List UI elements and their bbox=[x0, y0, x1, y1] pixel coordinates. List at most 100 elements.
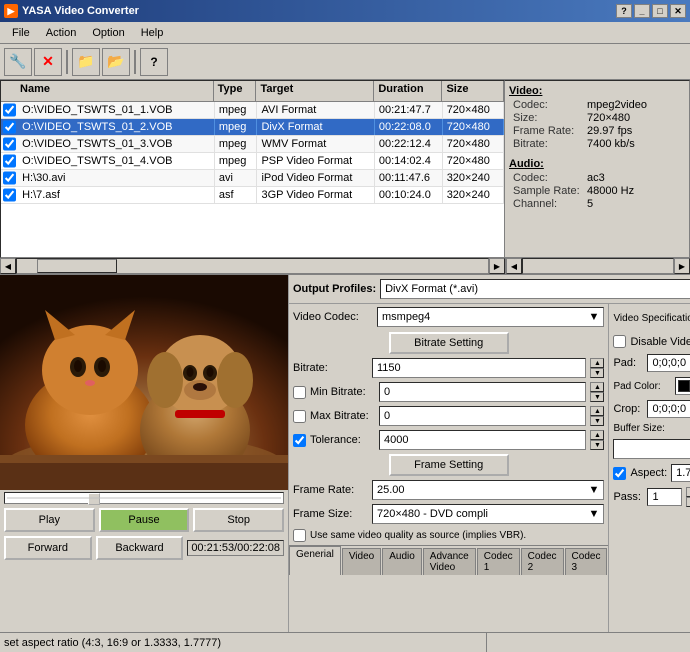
max-bitrate-input[interactable] bbox=[380, 407, 585, 425]
buffer-label: Buffer Size: bbox=[613, 423, 671, 434]
pass-down[interactable]: ▼ bbox=[686, 497, 690, 507]
tolerance-label: Tolerance: bbox=[310, 434, 375, 446]
info-channel-value: 5 bbox=[587, 198, 593, 210]
file-row[interactable]: H:\7.asfasf3GP Video Format00:10:24.0320… bbox=[1, 187, 504, 204]
crop-input[interactable] bbox=[647, 400, 690, 418]
menu-file[interactable]: File bbox=[4, 25, 38, 41]
col-target[interactable]: Target bbox=[256, 81, 374, 101]
aspect-check[interactable] bbox=[613, 467, 626, 480]
tab-codec3[interactable]: Codec 3 bbox=[565, 548, 608, 575]
file-row[interactable]: H:\30.aviaviiPod Video Format00:11:47.63… bbox=[1, 170, 504, 187]
pass-input[interactable] bbox=[647, 488, 682, 506]
tolerance-input[interactable] bbox=[380, 431, 585, 449]
pad-color-select[interactable]: clBlack ▼ bbox=[675, 377, 690, 395]
col-size[interactable]: Size bbox=[442, 81, 504, 101]
info-codec-value: mpeg2video bbox=[587, 99, 647, 111]
video-codec-select[interactable]: msmpeg4 ▼ bbox=[377, 307, 604, 327]
tab-general[interactable]: Generial bbox=[289, 546, 341, 575]
file-cell: 00:10:24.0 bbox=[375, 187, 443, 203]
output-profile-select[interactable]: DivX Format (*.avi) ▼ bbox=[380, 279, 690, 299]
info-audio-codec-value: ac3 bbox=[587, 172, 605, 184]
file-row[interactable]: O:\VIDEO_TSWTS_01_1.VOBmpegAVI Format00:… bbox=[1, 102, 504, 119]
tool-wrench[interactable]: 🔧 bbox=[4, 48, 32, 76]
menu-option[interactable]: Option bbox=[84, 25, 132, 41]
max-bitrate-check[interactable] bbox=[293, 410, 306, 423]
scroll-left[interactable]: ◀ bbox=[0, 258, 16, 274]
min-down[interactable]: ▼ bbox=[590, 392, 604, 402]
tab-advance-video[interactable]: Advance Video bbox=[423, 548, 476, 575]
info-scroll-right[interactable]: ▶ bbox=[674, 258, 690, 274]
tool-delete[interactable]: ✕ bbox=[34, 48, 62, 76]
file-cell: 720×480 bbox=[443, 136, 504, 152]
vquality-check[interactable] bbox=[293, 529, 306, 542]
file-checkbox[interactable] bbox=[3, 103, 16, 117]
tool-folder-add[interactable]: 📂 bbox=[102, 48, 130, 76]
status-text: set aspect ratio (4:3, 16:9 or 1.3333, 1… bbox=[4, 637, 482, 649]
tolerance-check[interactable] bbox=[293, 434, 306, 447]
tol-up[interactable]: ▲ bbox=[590, 430, 604, 440]
file-checkbox[interactable] bbox=[3, 137, 16, 151]
disable-video-check[interactable] bbox=[613, 335, 626, 348]
tool-help[interactable]: ? bbox=[140, 48, 168, 76]
file-cell: 320×240 bbox=[443, 187, 504, 203]
max-down[interactable]: ▼ bbox=[590, 416, 604, 426]
col-type[interactable]: Type bbox=[214, 81, 257, 101]
file-checkbox[interactable] bbox=[3, 188, 16, 202]
backward-button[interactable]: Backward bbox=[96, 536, 184, 560]
file-row[interactable]: O:\VIDEO_TSWTS_01_4.VOBmpegPSP Video For… bbox=[1, 153, 504, 170]
buffer-input[interactable] bbox=[614, 440, 690, 458]
file-checkbox[interactable] bbox=[3, 120, 16, 134]
forward-button[interactable]: Forward bbox=[4, 536, 92, 560]
progress-track[interactable] bbox=[4, 492, 284, 504]
file-cell: H:\30.avi bbox=[18, 170, 215, 186]
frame-setting-btn[interactable]: Frame Setting bbox=[389, 454, 509, 476]
status-right bbox=[486, 633, 686, 652]
menu-help[interactable]: Help bbox=[133, 25, 172, 41]
tab-codec2[interactable]: Codec 2 bbox=[521, 548, 564, 575]
framesize-select[interactable]: 720×480 - DVD compli ▼ bbox=[372, 504, 604, 524]
tab-video[interactable]: Video bbox=[342, 548, 381, 575]
app-icon: ▶ bbox=[4, 4, 18, 18]
output-profile-row: Output Profiles: DivX Format (*.avi) ▼ bbox=[289, 275, 690, 304]
bitrate-setting-btn[interactable]: Bitrate Setting bbox=[389, 332, 509, 354]
help-title-btn[interactable]: ? bbox=[616, 4, 632, 18]
bitrate-down[interactable]: ▼ bbox=[590, 368, 604, 378]
bitrate-input[interactable] bbox=[373, 359, 585, 377]
aspect-input[interactable] bbox=[671, 464, 690, 482]
framerate-select[interactable]: 25.00 ▼ bbox=[372, 480, 604, 500]
tol-down[interactable]: ▼ bbox=[590, 440, 604, 450]
min-bitrate-check[interactable] bbox=[293, 386, 306, 399]
max-up[interactable]: ▲ bbox=[590, 406, 604, 416]
file-cell: 00:21:47.7 bbox=[375, 102, 443, 118]
stop-button[interactable]: Stop bbox=[193, 508, 284, 532]
info-panel: Video: Codec: mpeg2video Size: 720×480 F… bbox=[505, 80, 690, 258]
scroll-track[interactable] bbox=[16, 258, 489, 274]
tool-folder-open[interactable]: 📁 bbox=[72, 48, 100, 76]
info-bitrate-value: 7400 kb/s bbox=[587, 138, 635, 150]
info-scroll-track[interactable] bbox=[522, 258, 674, 274]
menu-action[interactable]: Action bbox=[38, 25, 85, 41]
scroll-thumb[interactable] bbox=[37, 259, 117, 273]
min-up[interactable]: ▲ bbox=[590, 382, 604, 392]
tab-audio[interactable]: Audio bbox=[382, 548, 422, 575]
info-scroll-left[interactable]: ◀ bbox=[506, 258, 522, 274]
play-button[interactable]: Play bbox=[4, 508, 95, 532]
file-checkbox[interactable] bbox=[3, 171, 16, 185]
pass-up[interactable]: ▲ bbox=[686, 487, 690, 497]
file-row[interactable]: O:\VIDEO_TSWTS_01_3.VOBmpegWMV Format00:… bbox=[1, 136, 504, 153]
file-list: Name Type Target Duration Size O:\VIDEO_… bbox=[0, 80, 505, 258]
bitrate-up[interactable]: ▲ bbox=[590, 358, 604, 368]
tab-codec1[interactable]: Codec 1 bbox=[477, 548, 520, 575]
scroll-right[interactable]: ▶ bbox=[489, 258, 505, 274]
pad-input[interactable] bbox=[647, 354, 690, 372]
pause-button[interactable]: Pause bbox=[99, 508, 190, 532]
maximize-btn[interactable]: □ bbox=[652, 4, 668, 18]
col-duration[interactable]: Duration bbox=[374, 81, 442, 101]
col-name[interactable]: Name bbox=[16, 81, 214, 101]
min-bitrate-input[interactable] bbox=[380, 383, 585, 401]
file-cell: O:\VIDEO_TSWTS_01_4.VOB bbox=[18, 153, 215, 169]
file-row[interactable]: O:\VIDEO_TSWTS_01_2.VOBmpegDivX Format00… bbox=[1, 119, 504, 136]
close-btn[interactable]: ✕ bbox=[670, 4, 686, 18]
minimize-btn[interactable]: _ bbox=[634, 4, 650, 18]
file-checkbox[interactable] bbox=[3, 154, 16, 168]
